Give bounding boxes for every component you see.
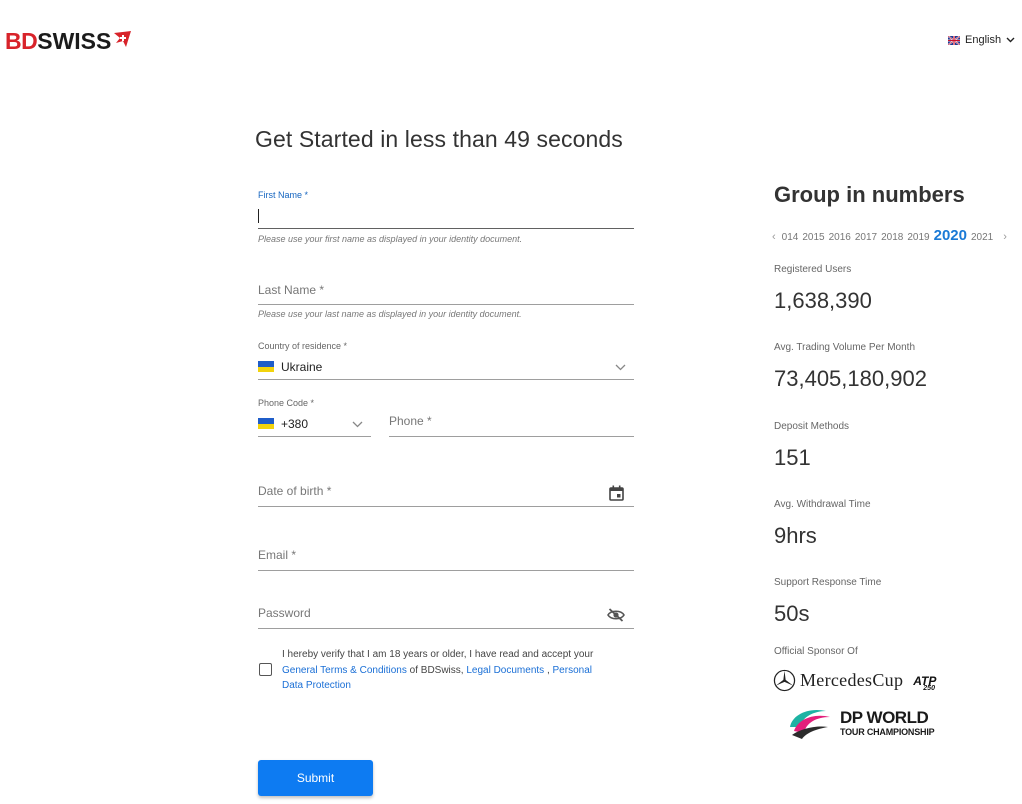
uk-flag-icon	[948, 35, 960, 45]
password-placeholder: Password	[258, 606, 311, 620]
chevron-right-icon[interactable]: ›	[1003, 231, 1007, 243]
country-value: Ukraine	[281, 360, 323, 374]
stat-value: 50s	[774, 601, 810, 626]
stat-value: 151	[774, 445, 811, 470]
chevron-down-icon	[1006, 37, 1015, 43]
dob-underline	[258, 506, 634, 507]
email-input[interactable]: Email *	[258, 547, 634, 573]
password-underline	[258, 628, 634, 629]
year-tab[interactable]: 2019	[907, 232, 929, 243]
stat-label: Registered Users	[774, 264, 852, 275]
stat-value: 9hrs	[774, 523, 817, 548]
panel-title: Group in numbers	[774, 182, 965, 207]
country-underline	[258, 379, 634, 380]
last-name-placeholder: Last Name *	[258, 283, 325, 297]
year-selector: ‹ 014 2015 2016 2017 2018 2019 2020 2021…	[772, 227, 1007, 244]
atp-badge: ATP 250	[913, 674, 936, 692]
chevron-down-icon	[615, 364, 626, 371]
phone-input[interactable]: Phone *	[389, 414, 634, 438]
legal-documents-link[interactable]: Legal Documents	[466, 665, 544, 676]
year-tab[interactable]: 2015	[802, 232, 824, 243]
bdswiss-logo[interactable]: BD SWISS	[5, 28, 132, 54]
ukraine-flag-icon	[258, 418, 274, 429]
eye-off-icon[interactable]	[607, 608, 625, 622]
year-tab[interactable]: 2016	[829, 232, 851, 243]
dob-input[interactable]: Date of birth *	[258, 483, 634, 509]
year-tab-selected[interactable]: 2020	[934, 227, 967, 244]
form-title: Get Started in less than 49 seconds	[255, 126, 623, 152]
terms-link[interactable]: General Terms & Conditions	[282, 665, 407, 676]
dob-placeholder: Date of birth *	[258, 484, 332, 498]
country-label: Country of residence *	[258, 341, 348, 351]
stat-label: Avg. Trading Volume Per Month	[774, 342, 916, 353]
logo-arrow-icon	[114, 31, 132, 47]
stat-label: Deposit Methods	[774, 421, 850, 432]
stat-label: Support Response Time	[774, 577, 882, 588]
consent-checkbox[interactable]	[259, 663, 272, 676]
consent-text-part3: ,	[544, 664, 553, 676]
consent-text: I hereby verify that I am 18 years or ol…	[282, 647, 612, 694]
language-label: English	[965, 34, 1002, 46]
last-name-underline	[258, 304, 634, 305]
mercedes-cup-logo: MercedesCup ATP 250	[773, 669, 936, 692]
consent-text-part1: I hereby verify that I am 18 years or ol…	[282, 649, 594, 660]
country-select[interactable]: Country of residence * Ukraine	[258, 341, 634, 381]
logo-swiss: SWISS	[37, 27, 112, 54]
consent-text-part2: of BDSwiss,	[406, 664, 467, 676]
mercedes-cup-text: MercedesCup	[800, 670, 904, 690]
year-tab[interactable]: 2017	[855, 232, 877, 243]
stat-value: 1,638,390	[774, 288, 872, 313]
phone-code-value: +380	[281, 417, 309, 431]
atp-250-text: 250	[923, 684, 935, 692]
year-tab[interactable]: 2021	[971, 232, 993, 243]
last-name-field[interactable]: Last Name * Please use your last name as…	[258, 282, 634, 322]
dp-world-swoosh-icon	[790, 709, 830, 739]
phone-underline	[389, 436, 634, 437]
first-name-hint: Please use your first name as displayed …	[258, 234, 523, 244]
phone-code-label: Phone Code *	[258, 398, 315, 408]
year-tab[interactable]: 2018	[881, 232, 903, 243]
year-tab[interactable]: 014	[782, 232, 799, 243]
submit-button[interactable]: Submit	[258, 760, 373, 796]
last-name-hint: Please use your last name as displayed i…	[258, 309, 522, 319]
logo-bd: BD	[5, 27, 38, 54]
email-underline	[258, 570, 634, 571]
phone-placeholder: Phone *	[389, 414, 432, 428]
chevron-left-icon[interactable]: ‹	[772, 231, 776, 243]
first-name-field[interactable]: First Name * Please use your first name …	[258, 190, 634, 245]
sponsor-label: Official Sponsor Of	[774, 646, 858, 657]
dp-world-subtitle: TOUR CHAMPIONSHIP	[840, 727, 935, 737]
stat-value: 73,405,180,902	[774, 366, 927, 391]
email-placeholder: Email *	[258, 548, 297, 562]
first-name-label: First Name *	[258, 190, 309, 200]
password-input[interactable]: Password	[258, 605, 634, 631]
mercedes-star-icon	[773, 669, 796, 692]
language-selector[interactable]: English	[948, 34, 1015, 46]
dp-world-title: DP WORLD	[840, 708, 929, 727]
first-name-underline	[258, 228, 634, 229]
text-cursor	[258, 209, 259, 223]
phone-code-select[interactable]: Phone Code * +380	[258, 398, 371, 438]
phone-code-underline	[258, 436, 371, 437]
calendar-icon[interactable]	[609, 485, 624, 501]
ukraine-flag-icon	[258, 361, 274, 372]
chevron-down-icon	[352, 421, 363, 428]
stat-label: Avg. Withdrawal Time	[774, 499, 871, 510]
dp-world-logo: DP WORLD TOUR CHAMPIONSHIP	[786, 705, 935, 741]
